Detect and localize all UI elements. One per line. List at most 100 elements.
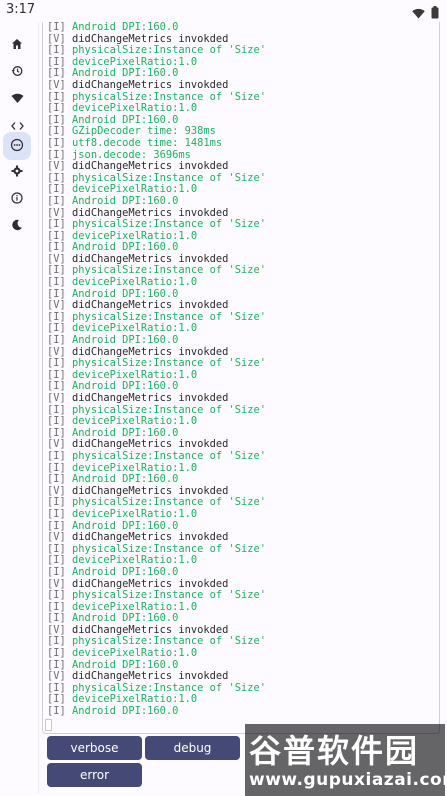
verbose-button[interactable]: verbose	[47, 736, 142, 760]
log-level: [I]	[47, 44, 66, 57]
log-message: devicePixelRatio:1.0	[72, 368, 198, 381]
log-level: [I]	[47, 449, 66, 462]
log-level: [V]	[47, 392, 66, 404]
log-message: Android DPI:160.0	[72, 705, 179, 718]
log-message: devicePixelRatio:1.0	[72, 415, 198, 428]
log-message: didChangeMetrics invokded	[72, 206, 229, 219]
log-level: [I]	[47, 67, 66, 80]
debug-button[interactable]: debug	[145, 736, 240, 760]
log-level: [I]	[47, 334, 66, 347]
watermark-title: 谷普软件园	[249, 732, 420, 770]
home-icon	[11, 35, 23, 54]
log-level: [V]	[47, 78, 66, 91]
log-message: devicePixelRatio:1.0	[72, 229, 198, 242]
history-icon	[11, 62, 23, 81]
log-message: didChangeMetrics invokded	[72, 345, 229, 358]
log-message: physicalSize:Instance of 'Size'	[72, 310, 266, 323]
log-level: [I]	[47, 380, 66, 393]
log-message: Android DPI:160.0	[72, 380, 179, 393]
log-message: didChangeMetrics invokded	[72, 392, 229, 404]
log-level: [I]	[47, 183, 66, 196]
log-message: physicalSize:Instance of 'Size'	[72, 589, 266, 602]
watermark-url: www.gupuxiazai.com	[249, 770, 447, 790]
log-message: didChangeMetrics invokded	[72, 531, 229, 544]
log-level: [I]	[47, 171, 66, 184]
log-message: devicePixelRatio:1.0	[72, 276, 198, 289]
log-level: [I]	[47, 22, 66, 33]
log-message: json.decode: 3696ms	[72, 148, 191, 161]
log-message: utf8.decode time: 1481ms	[72, 136, 223, 149]
log-level: [I]	[47, 658, 66, 671]
log-message: didChangeMetrics invokded	[72, 438, 229, 451]
log-level: [I]	[47, 600, 66, 613]
log-level: [I]	[47, 635, 66, 648]
log-level: [I]	[47, 589, 66, 602]
log-level: [I]	[47, 612, 66, 625]
log-message: didChangeMetrics invokded	[72, 252, 229, 265]
log-level: [V]	[47, 623, 66, 636]
log-message: Android DPI:160.0	[72, 67, 179, 80]
rail-item-info[interactable]	[3, 185, 31, 211]
log-message: didChangeMetrics invokded	[72, 78, 229, 91]
log-message: didChangeMetrics invokded	[72, 160, 229, 173]
navigation-rail	[0, 22, 35, 796]
log-input-cursor[interactable]	[45, 719, 52, 731]
log-level: [I]	[47, 310, 66, 323]
log-level: [I]	[47, 287, 66, 300]
log-message: Android DPI:160.0	[72, 22, 179, 33]
settings-icon	[11, 162, 23, 181]
log-level: [I]	[47, 102, 66, 115]
log-message: physicalSize:Instance of 'Size'	[72, 218, 266, 231]
error-button[interactable]: error	[47, 763, 142, 787]
log-level: [I]	[47, 357, 66, 370]
wifi-icon	[11, 89, 24, 108]
log-message: devicePixelRatio:1.0	[72, 322, 198, 335]
log-message: Android DPI:160.0	[72, 473, 179, 486]
log-message: Android DPI:160.0	[72, 287, 179, 300]
log-message: physicalSize:Instance of 'Size'	[72, 90, 266, 103]
log-level: [V]	[47, 299, 66, 312]
log-level: [I]	[47, 519, 66, 532]
log-level: [I]	[47, 647, 66, 660]
log-message: Android DPI:160.0	[72, 334, 179, 347]
log-message: physicalSize:Instance of 'Size'	[72, 635, 266, 648]
log-message: Android DPI:160.0	[72, 565, 179, 578]
log-level: [I]	[47, 403, 66, 416]
log-level: [V]	[47, 252, 66, 265]
log-level: [I]	[47, 148, 66, 161]
log-level: [I]	[47, 218, 66, 231]
log-message: devicePixelRatio:1.0	[72, 554, 198, 567]
log-message: didChangeMetrics invokded	[72, 484, 229, 497]
log-level: [I]	[47, 426, 66, 439]
log-level: [I]	[47, 473, 66, 486]
log-level: [I]	[47, 136, 66, 149]
log-level: [V]	[47, 438, 66, 451]
log-level: [I]	[47, 565, 66, 578]
log-line: [I] Android DPI:160.0	[47, 705, 437, 718]
log-level: [I]	[47, 554, 66, 567]
wifi-signal-icon	[412, 4, 425, 23]
log-message: Android DPI:160.0	[72, 519, 179, 532]
rail-item-console[interactable]	[3, 132, 31, 160]
log-message: didChangeMetrics invokded	[72, 299, 229, 312]
rail-item-home[interactable]	[3, 31, 31, 57]
log-message: Android DPI:160.0	[72, 194, 179, 207]
log-message: physicalSize:Instance of 'Size'	[72, 44, 266, 57]
log-level: [V]	[47, 345, 66, 358]
log-message: didChangeMetrics invokded	[72, 623, 229, 636]
log-level: [V]	[47, 484, 66, 497]
log-output[interactable]: [I] Android DPI:160.0 [V] didChangeMetric…	[42, 22, 440, 734]
log-message: devicePixelRatio:1.0	[72, 647, 198, 660]
log-message: physicalSize:Instance of 'Size'	[72, 681, 266, 694]
rail-item-dark-mode[interactable]	[3, 212, 31, 238]
dark-mode-icon	[11, 216, 23, 235]
log-level: [V]	[47, 160, 66, 173]
log-level: [I]	[47, 681, 66, 694]
console-icon	[10, 137, 24, 156]
rail-item-history[interactable]	[3, 58, 31, 84]
rail-item-wifi[interactable]	[3, 85, 31, 111]
log-level: [I]	[47, 322, 66, 335]
log-level: [V]	[47, 531, 66, 544]
status-icons	[412, 4, 439, 23]
rail-item-settings[interactable]	[3, 158, 31, 184]
